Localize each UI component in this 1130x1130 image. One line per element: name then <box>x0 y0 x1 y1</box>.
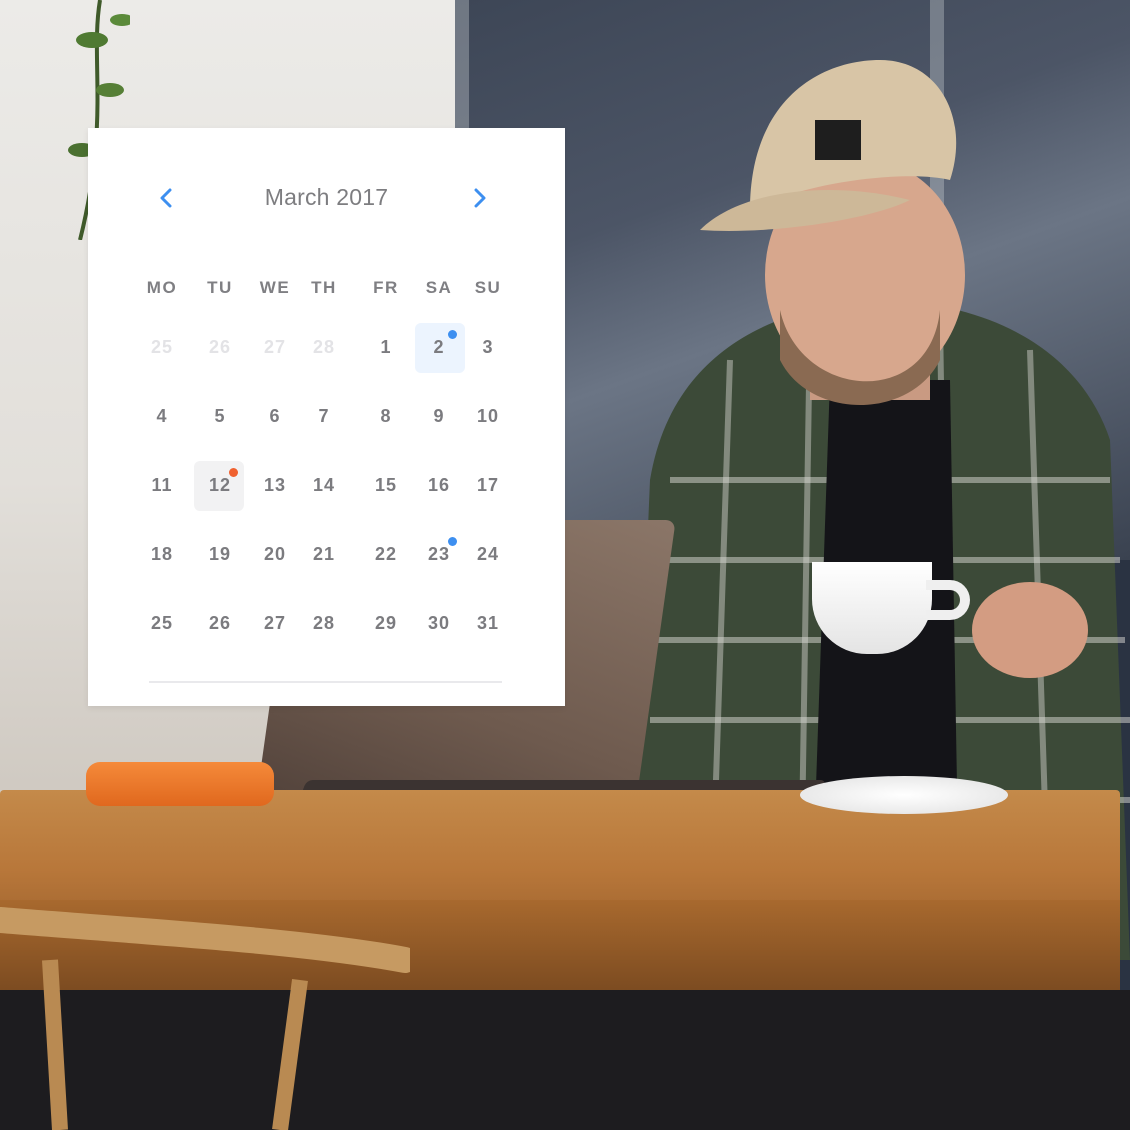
day-cell[interactable]: 21 <box>298 541 350 567</box>
day-cell[interactable]: 1 <box>360 334 412 360</box>
day-cell[interactable]: 30 <box>413 610 465 636</box>
calendar-card: March 2017 MO TU WE TH FR SA SU 25 26 27 28 1 2 3 4 5 6 7… <box>88 128 565 706</box>
weekday-fr: FR <box>373 278 399 297</box>
day-cell[interactable]: 10 <box>462 403 514 429</box>
day-cell[interactable]: 9 <box>413 403 465 429</box>
day-cell[interactable]: 29 <box>360 610 412 636</box>
day-cell[interactable]: 14 <box>298 472 350 498</box>
day-cell[interactable]: 16 <box>413 472 465 498</box>
day-cell[interactable]: 2 <box>413 334 465 360</box>
day-cell[interactable]: 15 <box>360 472 412 498</box>
chevron-right-icon <box>474 188 486 208</box>
day-cell[interactable]: 24 <box>462 541 514 567</box>
day-cell[interactable]: 5 <box>194 403 246 429</box>
day-cell[interactable]: 12 <box>194 472 246 498</box>
day-cell[interactable]: 25 <box>136 610 188 636</box>
day-cell[interactable]: 8 <box>360 403 412 429</box>
day-cell[interactable]: 18 <box>136 541 188 567</box>
day-cell[interactable]: 6 <box>249 403 301 429</box>
day-cell[interactable]: 23 <box>413 541 465 567</box>
event-dot <box>448 330 457 339</box>
day-cell-prev-month[interactable]: 27 <box>249 334 301 360</box>
day-cell-prev-month[interactable]: 25 <box>136 334 188 360</box>
day-cell[interactable]: 3 <box>462 334 514 360</box>
event-dot <box>229 468 238 477</box>
day-cell[interactable]: 13 <box>249 472 301 498</box>
weekday-sa: SA <box>425 278 453 297</box>
day-cell[interactable]: 4 <box>136 403 188 429</box>
weekday-mo: MO <box>146 278 178 297</box>
day-cell[interactable]: 11 <box>136 472 188 498</box>
weekday-we: WE <box>259 278 291 297</box>
day-cell[interactable]: 27 <box>249 610 301 636</box>
weekday-tu: TU <box>207 278 233 297</box>
day-cell[interactable]: 7 <box>298 403 350 429</box>
day-cell[interactable]: 28 <box>298 610 350 636</box>
day-cell[interactable]: 20 <box>249 541 301 567</box>
event-dot <box>448 537 457 546</box>
day-cell[interactable]: 19 <box>194 541 246 567</box>
wooden-chair <box>0 907 410 1130</box>
weekday-su: SU <box>474 278 502 297</box>
day-cell[interactable]: 17 <box>462 472 514 498</box>
coffee-cup-handle <box>926 580 970 620</box>
day-cell[interactable]: 22 <box>360 541 412 567</box>
day-cell-prev-month[interactable]: 28 <box>298 334 350 360</box>
next-month-button[interactable] <box>462 184 498 212</box>
weekday-th: TH <box>311 278 337 297</box>
saucer <box>800 776 1008 814</box>
calendar-divider <box>149 681 502 683</box>
orange-hard-drive <box>86 762 274 806</box>
day-cell[interactable]: 31 <box>462 610 514 636</box>
day-cell-prev-month[interactable]: 26 <box>194 334 246 360</box>
day-cell[interactable]: 26 <box>194 610 246 636</box>
